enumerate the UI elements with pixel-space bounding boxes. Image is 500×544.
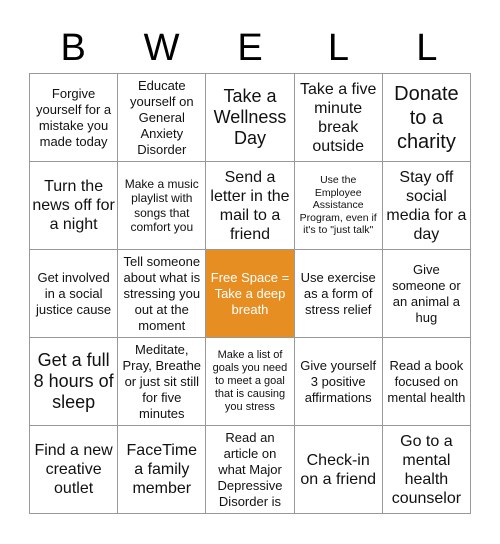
bingo-cell[interactable]: Turn the news off for a night (30, 162, 119, 250)
bingo-cell-text: Send a letter in the mail to a friend (210, 168, 290, 243)
bingo-cell[interactable]: Give yourself 3 positive affirmations (294, 338, 383, 426)
bingo-cell[interactable]: Get a full 8 hours of sleep (30, 338, 119, 426)
bingo-cell-text: Take a five minute break outside (299, 80, 377, 155)
bingo-cell[interactable]: Send a letter in the mail to a friend (206, 162, 295, 250)
bingo-cell-text: Check-in on a friend (300, 451, 376, 488)
bingo-cell-text: Donate to a charity (394, 82, 459, 153)
bingo-header: B W E L L (29, 26, 471, 70)
bingo-cell-text: Use exercise as a form of stress relief (300, 269, 376, 317)
bingo-cell[interactable]: Get involved in a social justice cause (30, 250, 119, 338)
bingo-cell-text: Make a list of goals you need to meet a … (212, 349, 288, 413)
bingo-cell-text: Get involved in a social justice cause (36, 269, 112, 317)
bingo-cell[interactable]: Make a list of goals you need to meet a … (206, 338, 295, 426)
bingo-cell[interactable]: Check-in on a friend (294, 426, 383, 514)
bingo-cell[interactable]: Use exercise as a form of stress relief (294, 250, 383, 338)
header-letter-l2: L (416, 27, 438, 69)
bingo-cell-text: Educate yourself on General Anxiety Diso… (129, 77, 194, 157)
bingo-cell-text: Tell someone about what is stressing you… (123, 253, 201, 333)
header-letter-b: B (60, 27, 86, 69)
header-letter-l1: L (327, 27, 349, 69)
bingo-cell-text: Use the Employee Assistance Program, eve… (299, 174, 377, 237)
bingo-cell[interactable]: FaceTime a family member (118, 426, 207, 514)
bingo-cell[interactable]: Take a five minute break outside (294, 74, 383, 162)
bingo-cell[interactable]: Give someone or an animal a hug (382, 250, 471, 338)
bingo-cell[interactable]: Read an article on what Major Depressive… (206, 426, 295, 514)
bingo-cell-text: Read a book focused on mental health (387, 357, 466, 405)
bingo-cell-text: Stay off social media for a day (386, 168, 467, 243)
header-letter-e: E (237, 27, 263, 69)
bingo-cell[interactable]: Read a book focused on mental health (382, 338, 471, 426)
bingo-cell[interactable]: Donate to a charity (382, 74, 471, 162)
bingo-cell[interactable]: Make a music playlist with songs that co… (118, 162, 207, 250)
bingo-cell[interactable]: Take a Wellness Day (206, 74, 295, 162)
bingo-cell[interactable]: Use the Employee Assistance Program, eve… (294, 162, 383, 250)
bingo-cell-text: Take a Wellness Day (213, 86, 287, 148)
bingo-card-grid: Forgive yourself for a mistake you made … (29, 73, 471, 514)
header-letter-w: W (143, 27, 180, 69)
bingo-cell-free-space[interactable]: Free Space = Take a deep breath (206, 250, 295, 338)
bingo-cell-text: Forgive yourself for a mistake you made … (36, 85, 112, 149)
bingo-cell[interactable]: Find a new creative outlet (30, 426, 119, 514)
bingo-cell-text: Give someone or an animal a hug (392, 261, 461, 325)
bingo-cell-text: Make a music playlist with songs that co… (124, 176, 199, 235)
bingo-cell-text: Give yourself 3 positive affirmations (300, 357, 377, 405)
bingo-cell-text: Get a full 8 hours of sleep (33, 350, 114, 412)
bingo-cell[interactable]: Meditate, Pray, Breathe or just sit stil… (118, 338, 207, 426)
bingo-cell-text: Free Space = Take a deep breath (210, 269, 290, 317)
bingo-cell[interactable]: Go to a mental health counselor (382, 426, 471, 514)
bingo-cell[interactable]: Tell someone about what is stressing you… (118, 250, 207, 338)
bingo-cell[interactable]: Educate yourself on General Anxiety Diso… (118, 74, 207, 162)
bingo-cell-text: Go to a mental health counselor (391, 432, 462, 507)
bingo-cell-text: FaceTime a family member (126, 442, 198, 497)
bingo-cell-text: Read an article on what Major Depressive… (217, 429, 283, 509)
bingo-cell[interactable]: Stay off social media for a day (382, 162, 471, 250)
bingo-cell-text: Find a new creative outlet (34, 442, 113, 497)
bingo-cell[interactable]: Forgive yourself for a mistake you made … (30, 74, 119, 162)
bingo-cell-text: Turn the news off for a night (32, 178, 115, 233)
bingo-cell-text: Meditate, Pray, Breathe or just sit stil… (122, 341, 202, 421)
